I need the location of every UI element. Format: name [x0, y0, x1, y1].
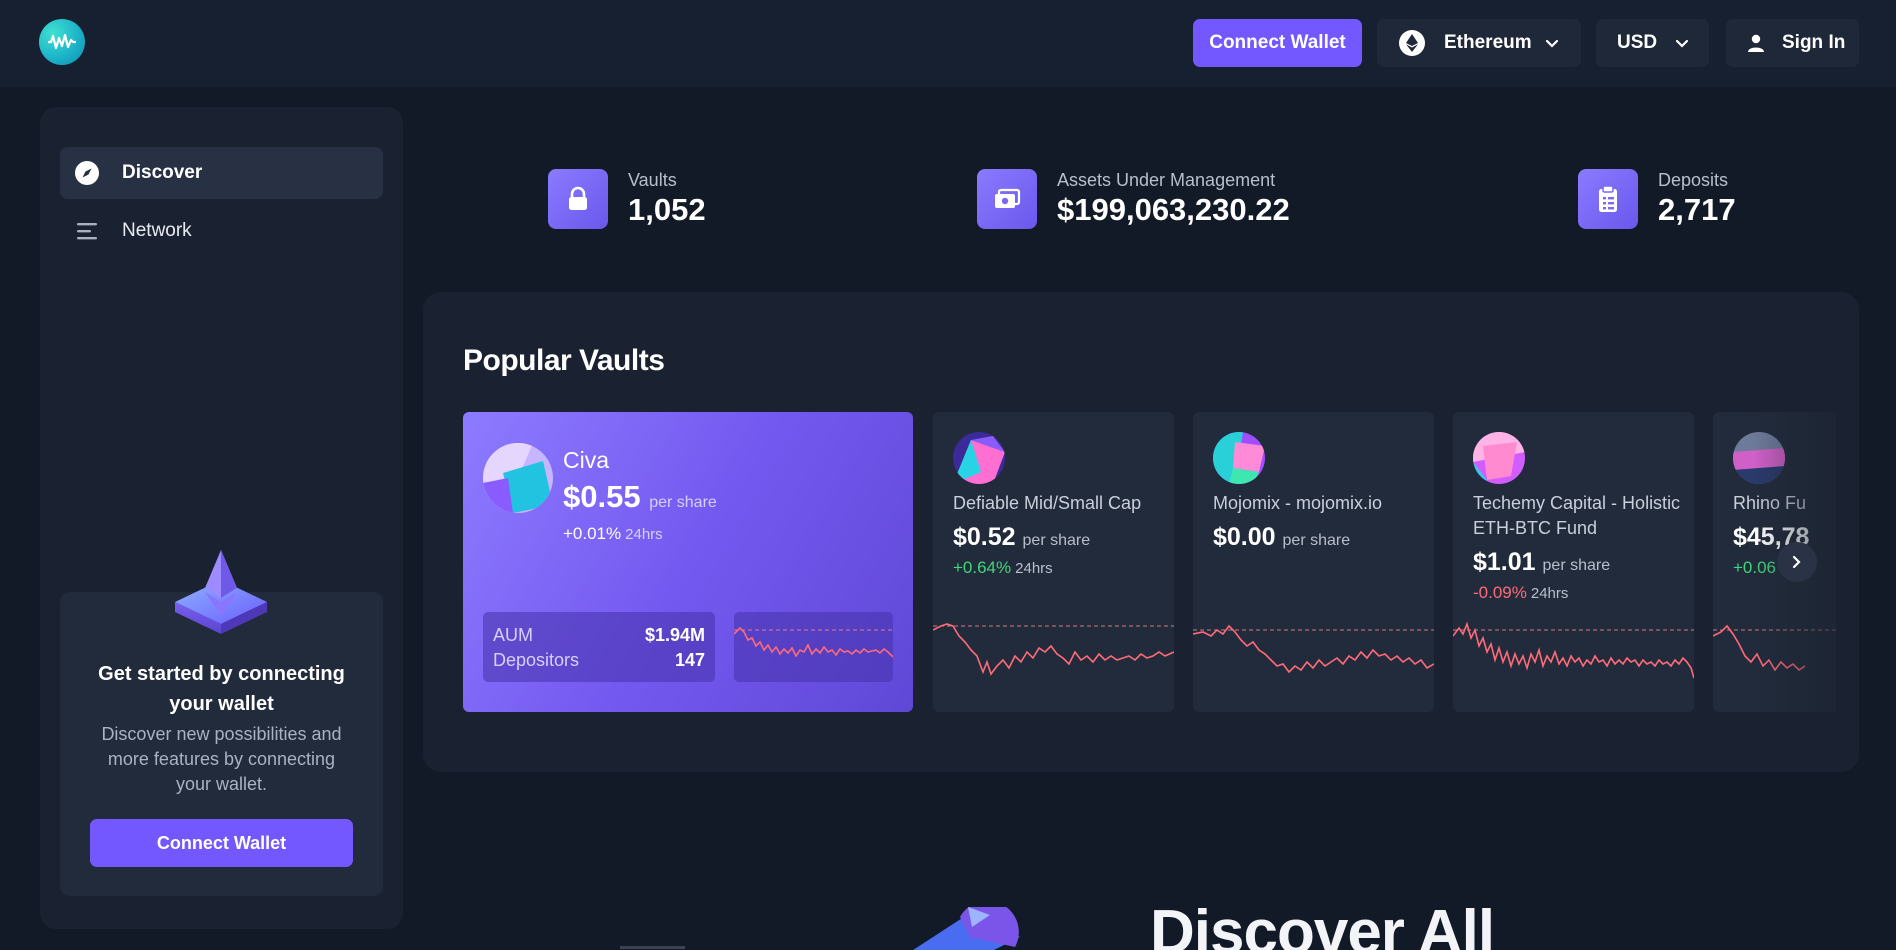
- ethereum-gem-icon: [175, 550, 267, 634]
- vault-price: $0.55 per share: [563, 479, 717, 514]
- lock-icon: [548, 169, 608, 229]
- chevron-down-icon: [1675, 36, 1689, 50]
- currency-selector[interactable]: USD: [1596, 19, 1709, 67]
- price-sparkline: [734, 612, 893, 682]
- price-sparkline: [1193, 624, 1434, 674]
- promo-description: Discover new possibilities and more feat…: [101, 724, 342, 794]
- connect-wallet-button[interactable]: Connect Wallet: [1193, 19, 1362, 67]
- top-bar: Connect Wallet Ethereum USD Sign In: [0, 0, 1896, 87]
- vault-name: Mojomix - mojomix.io: [1213, 493, 1383, 513]
- depositors-label: Depositors: [493, 650, 580, 670]
- discover-title: Discover All: [1150, 898, 1495, 950]
- stat-value: 2,717: [1658, 192, 1736, 227]
- vault-name: Civa: [563, 447, 610, 473]
- network-selector[interactable]: Ethereum: [1377, 19, 1581, 67]
- sidebar: Discover Network Get started by connecti…: [40, 107, 403, 929]
- vault-logo-icon: [1213, 432, 1265, 484]
- vault-logo-icon: [953, 432, 1005, 484]
- vault-name: Defiable Mid/Small Cap: [953, 493, 1142, 513]
- depositors-value: 147: [674, 650, 705, 670]
- vault-price: $0.00 per share: [1213, 523, 1351, 551]
- stat-label: Assets Under Management: [1057, 170, 1276, 190]
- vault-carousel: Civa $0.55 per share +0.01% 24hrs AUM $1.9…: [463, 412, 1836, 712]
- vault-price: $0.52 per share: [953, 523, 1091, 551]
- promo-title: Get started by connecting your wallet: [98, 663, 345, 715]
- featured-vault-card[interactable]: Civa $0.55 per share +0.01% 24hrs AUM $1.9…: [463, 412, 913, 712]
- vault-change: +0.01% 24hrs: [563, 524, 663, 543]
- sign-in-label: Sign In: [1782, 32, 1846, 53]
- app-logo[interactable]: [39, 19, 85, 65]
- stat-value: $199,063,230.22: [1057, 192, 1290, 227]
- stat-vaults: Vaults 1,052: [548, 169, 706, 231]
- vault-change: +0.64% 24hrs: [953, 558, 1053, 577]
- stat-deposits: Deposits 2,717: [1578, 169, 1736, 231]
- stat-aum: Assets Under Management $199,063,230.22: [977, 169, 1290, 231]
- aum-label: AUM: [493, 625, 533, 645]
- popular-vaults-section: Popular Vaults Civa $0.55 per share +0.0…: [423, 292, 1859, 772]
- sidebar-item-network[interactable]: Network: [60, 205, 383, 257]
- chevron-right-icon: [1792, 555, 1801, 569]
- vault-card[interactable]: Techemy Capital - Holistic ETH-BTC Fund …: [1453, 412, 1694, 712]
- ethereum-icon: [1399, 30, 1425, 56]
- compass-icon: [74, 160, 100, 186]
- price-sparkline: [1453, 621, 1694, 679]
- stat-label: Vaults: [628, 170, 677, 190]
- vault-logo-icon: [483, 443, 553, 513]
- divider: [620, 946, 685, 949]
- price-sparkline: [933, 623, 1174, 676]
- aum-value: $1.94M: [644, 625, 705, 645]
- vault-stats: AUM $1.94M Depositors 147: [483, 612, 715, 682]
- cash-icon: [977, 169, 1037, 229]
- currency-label: USD: [1617, 32, 1658, 53]
- sign-in-button[interactable]: Sign In: [1726, 19, 1859, 67]
- clipboard-icon: [1578, 169, 1638, 229]
- vault-change: -0.09% 24hrs: [1473, 583, 1569, 602]
- user-icon: [1746, 33, 1766, 53]
- promo-connect-wallet-button[interactable]: Connect Wallet: [90, 819, 353, 867]
- connect-wallet-promo: Get started by connecting your wallet Di…: [60, 550, 383, 896]
- vault-card[interactable]: Defiable Mid/Small Cap $0.52 per share +…: [933, 412, 1174, 712]
- list-lines-icon: [74, 218, 100, 244]
- section-title: Popular Vaults: [463, 344, 665, 377]
- vault-card[interactable]: Mojomix - mojomix.io $0.00 per share: [1193, 412, 1434, 712]
- sidebar-item-discover[interactable]: Discover: [60, 147, 383, 199]
- stat-label: Deposits: [1658, 170, 1729, 190]
- sidebar-item-label: Network: [122, 220, 192, 241]
- network-label: Ethereum: [1444, 32, 1532, 53]
- sidebar-item-label: Discover: [122, 162, 203, 183]
- waveform-logo-icon: [48, 33, 76, 50]
- discover-illustration-icon: [913, 907, 1020, 950]
- stat-value: 1,052: [628, 192, 706, 227]
- vault-price: $1.01 per share: [1473, 548, 1611, 576]
- carousel-next-button[interactable]: [1777, 542, 1817, 582]
- vault-name: Techemy Capital - Holistic ETH-BTC Fund: [1473, 493, 1681, 538]
- vault-logo-icon: [1473, 432, 1525, 484]
- chevron-down-icon: [1545, 36, 1559, 50]
